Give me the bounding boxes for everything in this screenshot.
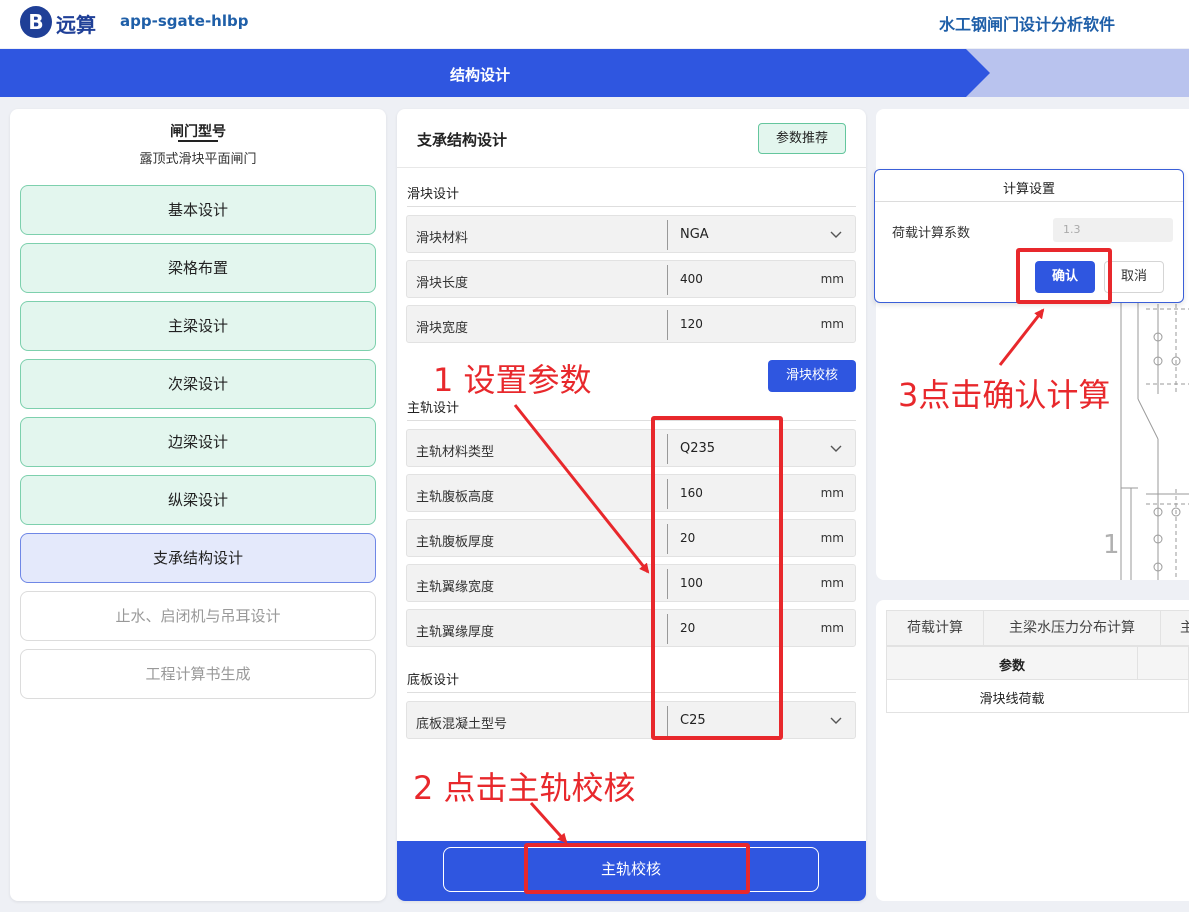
nav-secondary-beam-design[interactable]: 次梁设计 [20, 359, 376, 409]
field-divider [667, 220, 668, 250]
field-label: 滑块材料 [416, 231, 469, 246]
field-label: 主轨翼缘宽度 [416, 580, 495, 595]
unit-label: mm [820, 576, 844, 590]
gate-model-underline [178, 140, 218, 142]
base-concrete-row: 底板混凝土型号 C25 [406, 701, 856, 739]
slider-width-input[interactable]: 120 [680, 317, 703, 331]
nav-edge-beam-design[interactable]: 边梁设计 [20, 417, 376, 467]
base-concrete-select[interactable]: C25 [680, 713, 706, 728]
rail-web-height-row: 主轨腹板高度 160 mm [406, 474, 856, 512]
cancel-button[interactable]: 取消 [1104, 261, 1164, 293]
step-structure-design[interactable]: 结构设计 [0, 49, 990, 97]
unit-label: mm [820, 317, 844, 331]
panel-title: 支承结构设计 [417, 131, 508, 149]
divider [407, 206, 856, 207]
field-divider [667, 524, 668, 554]
divider [407, 692, 856, 693]
nav-basic-design[interactable]: 基本设计 [20, 185, 376, 235]
divider [407, 420, 856, 421]
unit-label: mm [820, 272, 844, 286]
nav-main-beam-design[interactable]: 主梁设计 [20, 301, 376, 351]
gate-model-label: 闸门型号 [170, 124, 226, 140]
rail-check-button[interactable]: 主轨校核 [443, 847, 819, 892]
field-divider [667, 479, 668, 509]
field-label: 主轨腹板高度 [416, 490, 495, 505]
rail-material-row: 主轨材料类型 Q235 [406, 429, 856, 467]
dialog-title: 计算设置 [1002, 182, 1055, 197]
nav-longitudinal-beam-design[interactable]: 纵梁设计 [20, 475, 376, 525]
rail-section-title: 主轨设计 [407, 401, 460, 416]
slider-length-row: 滑块长度 400 mm [406, 260, 856, 298]
field-label: 底板混凝土型号 [416, 717, 508, 732]
logo-text: 远算 [56, 13, 96, 37]
slider-material-row: 滑块材料 NGA [406, 215, 856, 253]
column-header-parameter: 参数 [998, 659, 1025, 674]
field-label: 滑块宽度 [416, 321, 469, 336]
tab-main-beam-pressure[interactable]: 主梁水压力分布计算 [983, 610, 1161, 646]
rail-flange-width-row: 主轨翼缘宽度 100 mm [406, 564, 856, 602]
rail-web-thickness-row: 主轨腹板厚度 20 mm [406, 519, 856, 557]
field-divider [667, 310, 668, 340]
tab-main-truncated[interactable]: 主 [1160, 610, 1189, 646]
field-label: 滑块长度 [416, 276, 469, 291]
rail-flange-width-input[interactable]: 100 [680, 576, 703, 590]
rail-web-thickness-input[interactable]: 20 [680, 531, 695, 545]
field-divider [667, 434, 668, 464]
logo-icon: B [20, 6, 52, 38]
rail-flange-thickness-row: 主轨翼缘厚度 20 mm [406, 609, 856, 647]
step-label: 结构设计 [449, 66, 510, 84]
support-structure-form: 支承结构设计 参数推荐 滑块设计 滑块材料 NGA 滑块长度 400 mm 滑块… [397, 109, 866, 901]
app-name: app-sgate-hlbp [120, 12, 249, 30]
unit-label: mm [820, 531, 844, 545]
slider-section-title: 滑块设计 [407, 187, 460, 202]
table-row: 滑块线荷载 [886, 680, 1189, 713]
app-header: B 远算 app-sgate-hlbp 水工钢闸门设计分析软件 [0, 0, 1189, 48]
field-label: 主轨材料类型 [416, 445, 495, 460]
table-cell: 滑块线荷载 [979, 692, 1045, 707]
slider-length-input[interactable]: 400 [680, 272, 703, 286]
unit-label: mm [820, 621, 844, 635]
results-panel: 荷载计算 主梁水压力分布计算 主 参数 滑块线荷载 [876, 600, 1189, 901]
divider [875, 201, 1183, 202]
field-label: 主轨翼缘厚度 [416, 625, 495, 640]
slider-width-row: 滑块宽度 120 mm [406, 305, 856, 343]
rail-flange-thickness-input[interactable]: 20 [680, 621, 695, 635]
field-divider [667, 614, 668, 644]
field-divider [667, 265, 668, 295]
product-title: 水工钢闸门设计分析软件 [938, 15, 1115, 34]
nav-support-structure-design[interactable]: 支承结构设计 [20, 533, 376, 583]
chevron-down-icon[interactable] [829, 441, 843, 455]
nav-calc-report-generation: 工程计算书生成 [20, 649, 376, 699]
nav-beam-grid-layout[interactable]: 梁格布置 [20, 243, 376, 293]
param-recommend-button[interactable]: 参数推荐 [758, 123, 846, 154]
nav-seal-hoist-lug-design: 止水、启闭机与吊耳设计 [20, 591, 376, 641]
tab-load-calculation[interactable]: 荷载计算 [886, 610, 984, 646]
step-bar: 结构设计 [0, 49, 1189, 97]
confirm-button[interactable]: 确认 [1035, 261, 1095, 293]
load-coefficient-label: 荷载计算系数 [892, 226, 971, 241]
rail-material-select[interactable]: Q235 [680, 441, 715, 456]
field-divider [667, 569, 668, 599]
bottom-action-bar: 主轨校核 [397, 841, 866, 901]
gate-model-value: 露顶式滑块平面闸门 [139, 152, 257, 167]
load-coefficient-input[interactable]: 1.3 [1053, 218, 1173, 242]
field-divider [667, 706, 668, 736]
slider-material-select[interactable]: NGA [680, 227, 709, 242]
chevron-down-icon[interactable] [829, 713, 843, 727]
calc-settings-dialog: 计算设置 荷载计算系数 1.3 确认 取消 [874, 169, 1184, 303]
base-section-title: 底板设计 [407, 673, 460, 688]
results-table-header: 参数 [886, 646, 1189, 713]
field-label: 主轨腹板厚度 [416, 535, 495, 550]
design-nav-panel: 闸门型号 露顶式滑块平面闸门 基本设计 梁格布置 主梁设计 次梁设计 边梁设计 … [10, 109, 386, 901]
slider-check-button[interactable]: 滑块校核 [768, 360, 856, 392]
chevron-down-icon[interactable] [829, 227, 843, 241]
divider [397, 167, 866, 168]
unit-label: mm [820, 486, 844, 500]
drawing-label: 1 [1103, 530, 1120, 560]
rail-web-height-input[interactable]: 160 [680, 486, 703, 500]
